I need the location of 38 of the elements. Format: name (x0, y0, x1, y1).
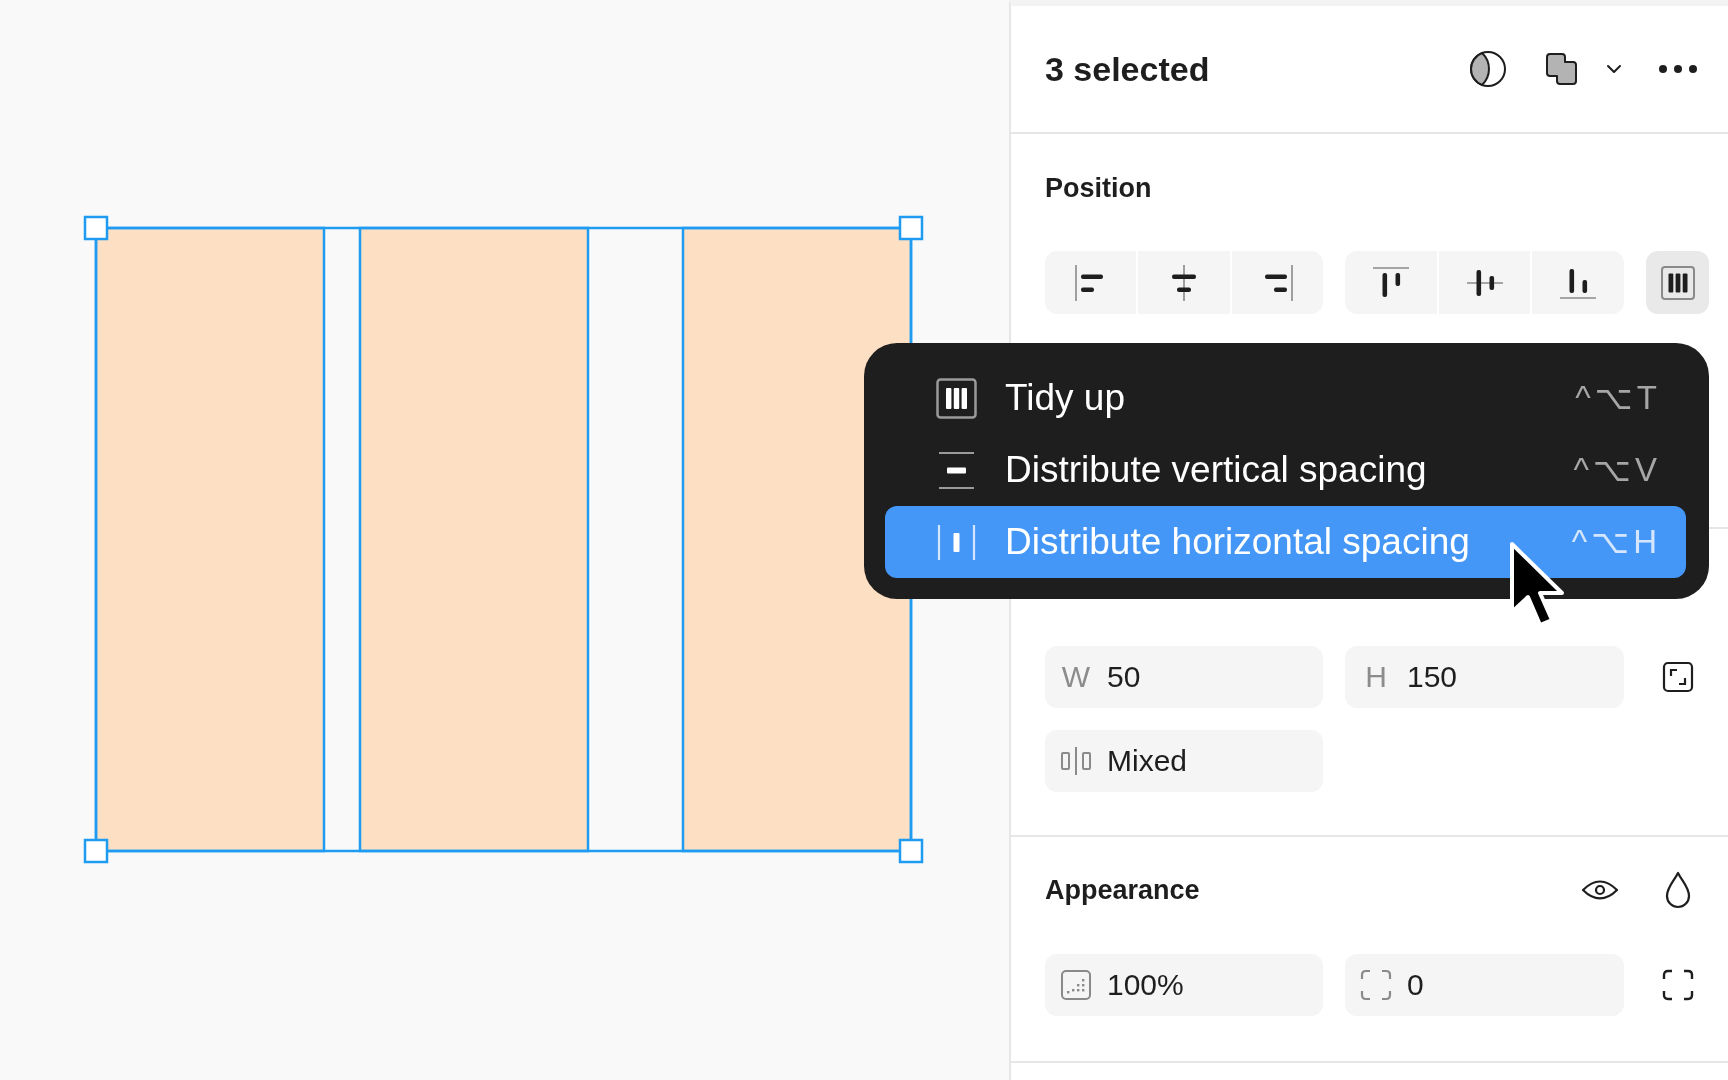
chevron-down-icon[interactable] (1606, 64, 1622, 74)
field-label: W (1061, 660, 1091, 694)
resize-handle[interactable] (83, 838, 109, 864)
spacing-field[interactable]: Mixed (1045, 730, 1323, 792)
panel-title: 3 selected (1045, 49, 1210, 89)
keyboard-shortcut: ^⌥H (1571, 522, 1661, 563)
section-title: Position (1045, 172, 1153, 205)
align-center-button[interactable] (1138, 251, 1230, 314)
overlapping-squares-icon[interactable] (1545, 52, 1579, 86)
three-bars-icon (936, 377, 977, 419)
three-bars-icon (1659, 264, 1696, 301)
distribute-vertical-icon (936, 449, 977, 491)
eye-icon[interactable] (1581, 878, 1619, 902)
gap-icon (1060, 746, 1092, 776)
align-middle-button[interactable] (1438, 251, 1531, 314)
field-label: H (1365, 660, 1387, 694)
menu-item[interactable]: Distribute vertical spacing ^⌥V (885, 434, 1686, 506)
align-right-button[interactable] (1231, 251, 1323, 314)
section-title: Appearance (1045, 874, 1201, 907)
menu-item[interactable]: Tidy up ^⌥T (885, 362, 1686, 434)
align-top-button[interactable] (1345, 251, 1437, 314)
drop-icon[interactable] (1663, 871, 1692, 909)
corner-brackets-icon[interactable] (1661, 969, 1694, 1001)
corner-radius-field[interactable]: 0 (1345, 954, 1624, 1016)
resize-handle[interactable] (898, 215, 924, 241)
resize-handle[interactable] (83, 215, 109, 241)
keyboard-shortcut: ^⌥T (1575, 378, 1661, 419)
half-filled-circle-icon[interactable] (1469, 50, 1507, 88)
opacity-icon (1060, 969, 1092, 1001)
square-corners-icon[interactable] (1661, 661, 1694, 693)
opacity-field[interactable]: 100% (1045, 954, 1323, 1016)
more-icon[interactable] (1658, 64, 1698, 74)
corner-radius-icon (1360, 969, 1392, 1001)
align-bottom-button[interactable] (1532, 251, 1624, 314)
keyboard-shortcut: ^⌥V (1573, 450, 1661, 491)
tidy-up-button[interactable] (1646, 251, 1709, 314)
align-left-button[interactable] (1045, 251, 1137, 314)
resize-handle[interactable] (898, 838, 924, 864)
